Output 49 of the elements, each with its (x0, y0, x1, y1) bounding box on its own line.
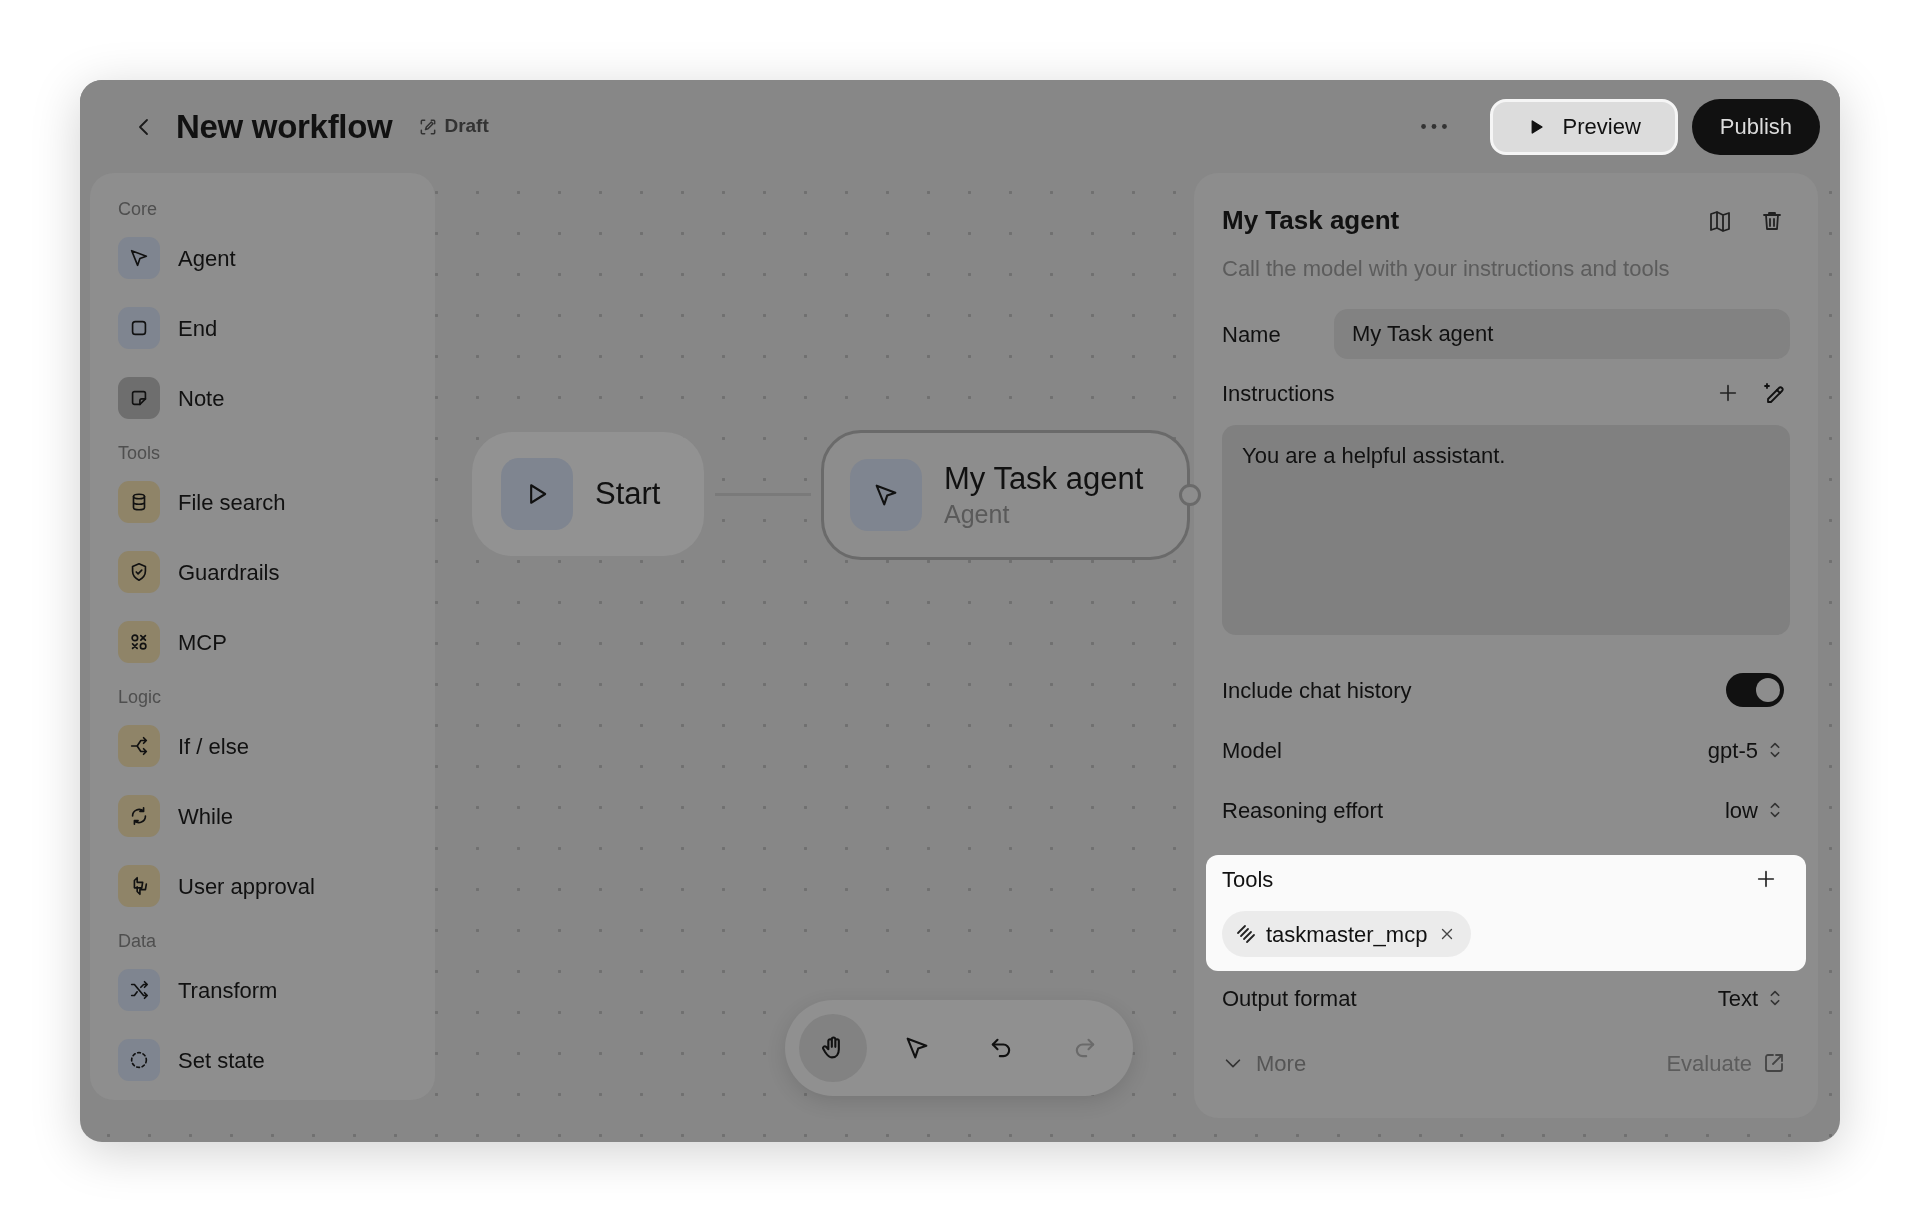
section-label: Tools (118, 441, 162, 465)
panel-title: My Task agent (1222, 204, 1401, 237)
sidebar-item[interactable]: Guardrails (118, 537, 407, 607)
tool-chip[interactable]: taskmaster_mcp (1222, 911, 1472, 957)
section-label: Core (118, 197, 158, 221)
node-title: My Task agent (944, 460, 1144, 498)
sidebar-item[interactable]: Note (118, 363, 407, 433)
publish-button[interactable]: Publish (1691, 98, 1820, 155)
start-node[interactable]: Start (472, 432, 704, 556)
sidebar-item[interactable]: MCP (118, 607, 407, 677)
node-title: Start (595, 475, 661, 513)
node-grid-icon (128, 631, 150, 653)
field-label: Model (1222, 736, 1283, 765)
hand-tool-button[interactable] (799, 1014, 867, 1082)
sidebar-item[interactable]: End (118, 293, 407, 363)
select-dropdown[interactable]: gpt-5 (1707, 733, 1786, 767)
section-label: Logic (118, 685, 163, 709)
field-label: Reasoning effort (1222, 796, 1385, 825)
toggle-switch[interactable] (1726, 673, 1784, 707)
field-label: Instructions (1222, 379, 1336, 408)
wand-icon (1762, 381, 1786, 405)
field-label: Tools (1222, 865, 1275, 894)
sidebar-item[interactable]: If / else (118, 711, 407, 781)
name-input[interactable]: My Task agent (1334, 309, 1790, 359)
draft-status: Draft (444, 114, 489, 139)
field-label: Output format (1222, 984, 1358, 1013)
select-dropdown[interactable]: Text (1717, 981, 1786, 1015)
sidebar-item[interactable]: Transform (118, 955, 407, 1025)
chip-label: taskmaster_mcp (1266, 920, 1428, 949)
sidebar-item[interactable]: While (118, 781, 407, 851)
branch-icon (128, 735, 150, 757)
select-dropdown[interactable]: low (1725, 793, 1786, 827)
sidebar-item[interactable]: Agent (118, 223, 407, 293)
plus-icon (1717, 382, 1739, 404)
sidebar-item[interactable]: File search (118, 467, 407, 537)
dashed-circle-icon (128, 1049, 150, 1071)
section-label: Data (118, 929, 158, 953)
pointer-icon (128, 247, 150, 269)
window-title: New workflow (176, 106, 393, 147)
sidebar-item[interactable]: User approval (118, 851, 407, 921)
more-icon (1420, 123, 1447, 130)
field-label: Name (1222, 320, 1282, 349)
preview-button[interactable]: Preview (1489, 98, 1678, 155)
shuffle-icon (128, 979, 150, 1001)
external-link-icon (1762, 1051, 1786, 1075)
instructions-textarea[interactable]: You are a helpful assistant. (1222, 425, 1790, 635)
sidebar-item[interactable]: Set state (118, 1025, 407, 1095)
field-label: Include chat history (1222, 676, 1413, 705)
plus-icon (1755, 868, 1777, 890)
